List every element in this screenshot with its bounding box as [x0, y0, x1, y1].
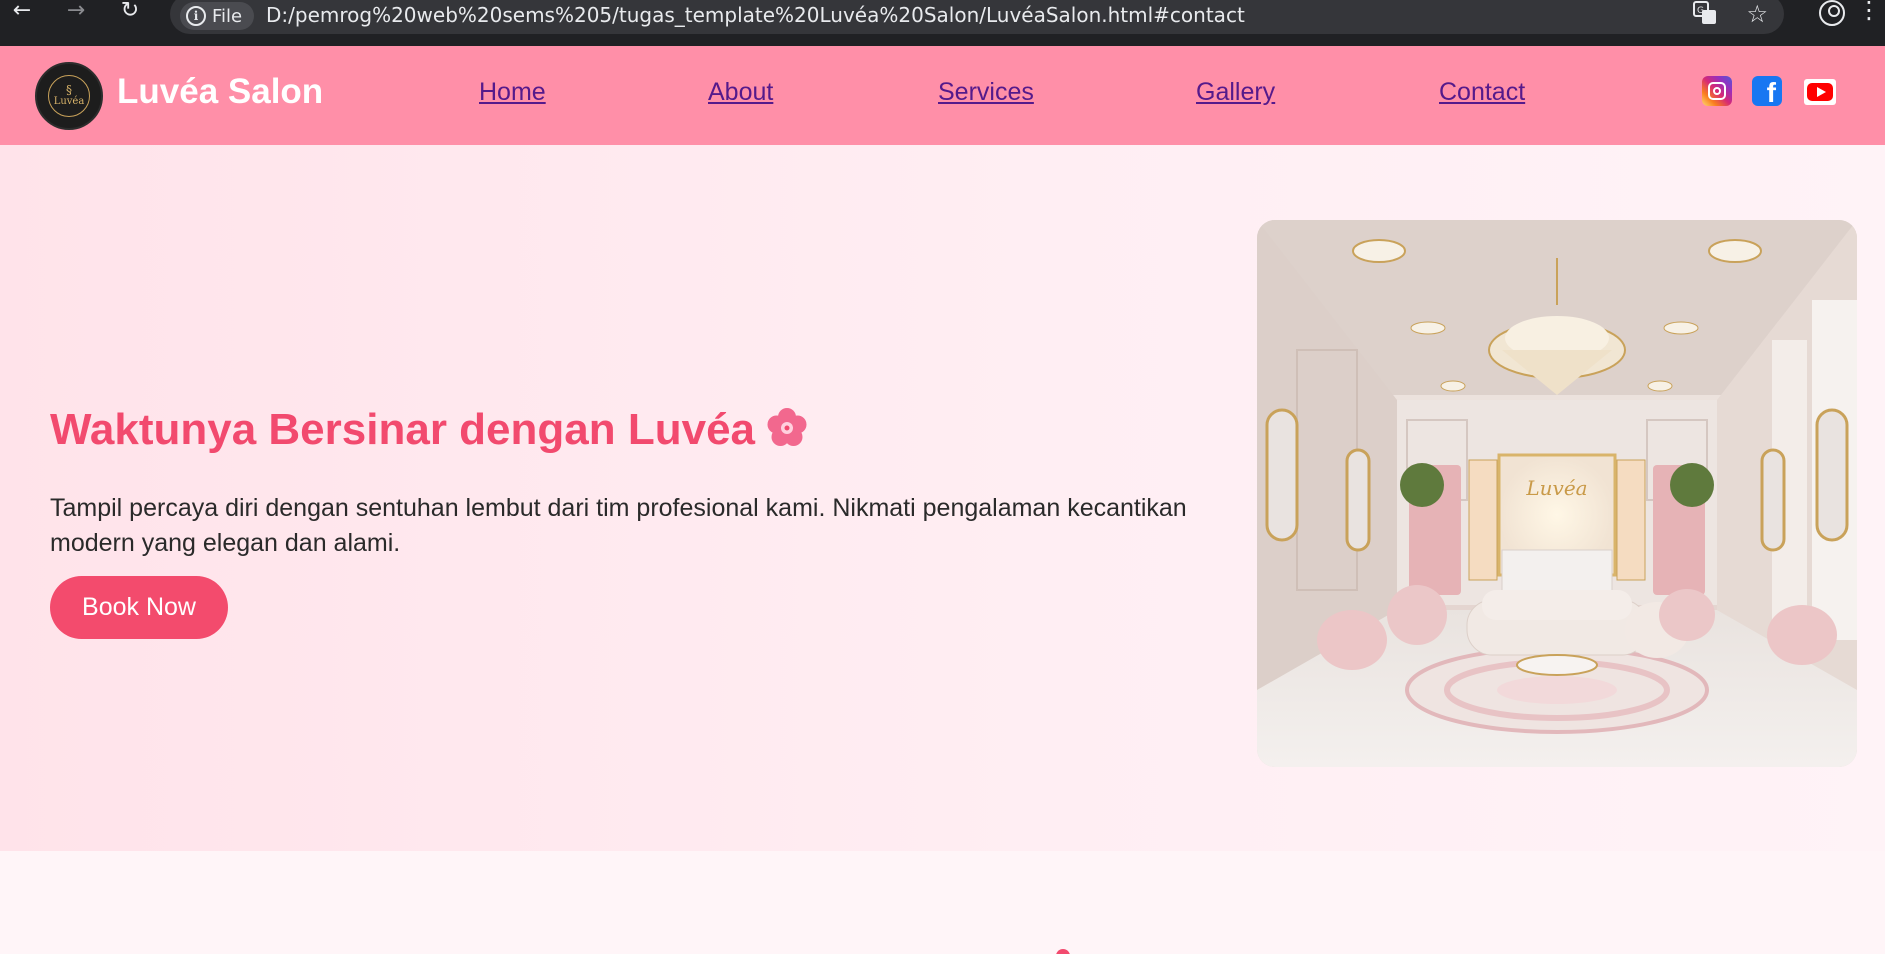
- salon-sign-text: Luvéa: [1525, 476, 1587, 500]
- salon-interior-image: Luvéa: [1257, 220, 1857, 767]
- section-ornament: [1056, 949, 1070, 954]
- reload-icon[interactable]: ↻: [112, 0, 148, 24]
- youtube-icon[interactable]: [1804, 79, 1836, 105]
- hero-title: Waktunya Bersinar dengan Luvéa: [50, 405, 809, 455]
- book-now-button[interactable]: Book Now: [50, 576, 228, 639]
- hero-description: Tampil percaya diri dengan sentuhan lemb…: [50, 494, 1187, 557]
- bookmark-star-icon[interactable]: ☆: [1746, 0, 1768, 28]
- file-label: File: [212, 5, 243, 27]
- nav-home-link[interactable]: Home: [479, 78, 546, 107]
- browser-toolbar: ← → ↻ i File D:/pemrog%20web%20sems%205/…: [0, 0, 1885, 46]
- logo-emblem: § Luvéa: [48, 75, 90, 117]
- instagram-icon[interactable]: [1702, 76, 1732, 106]
- nav-contact-link[interactable]: Contact: [1439, 78, 1525, 107]
- browser-menu-icon[interactable]: ⋮: [1857, 0, 1881, 22]
- address-bar[interactable]: i File D:/pemrog%20web%20sems%205/tugas_…: [170, 0, 1784, 34]
- nav-gallery-link[interactable]: Gallery: [1196, 78, 1275, 107]
- cherry-blossom-icon: [767, 408, 807, 446]
- nav-about-link[interactable]: About: [708, 78, 773, 107]
- logo-text: Luvéa: [53, 96, 85, 107]
- profile-icon[interactable]: [1819, 0, 1845, 26]
- forward-arrow-icon[interactable]: →: [58, 0, 94, 24]
- back-arrow-icon[interactable]: ←: [4, 0, 40, 24]
- nav-services-link[interactable]: Services: [938, 78, 1034, 107]
- url-text[interactable]: D:/pemrog%20web%20sems%205/tugas_templat…: [266, 3, 1245, 27]
- site-header: § Luvéa Luvéa Salon Home About Services …: [0, 46, 1885, 145]
- facebook-icon[interactable]: f: [1752, 76, 1782, 106]
- svg-text:G: G: [1697, 6, 1704, 16]
- salon-logo[interactable]: § Luvéa: [35, 62, 103, 130]
- next-section: [0, 851, 1885, 954]
- brand-name[interactable]: Luvéa Salon: [117, 72, 323, 112]
- site-info-chip[interactable]: i File: [180, 2, 255, 30]
- translate-icon[interactable]: G: [1692, 0, 1718, 31]
- info-icon: i: [186, 6, 206, 26]
- hero-title-text: Waktunya Bersinar dengan Luvéa: [50, 405, 756, 454]
- hero-section: Waktunya Bersinar dengan Luvéa Tampil pe…: [0, 145, 1885, 851]
